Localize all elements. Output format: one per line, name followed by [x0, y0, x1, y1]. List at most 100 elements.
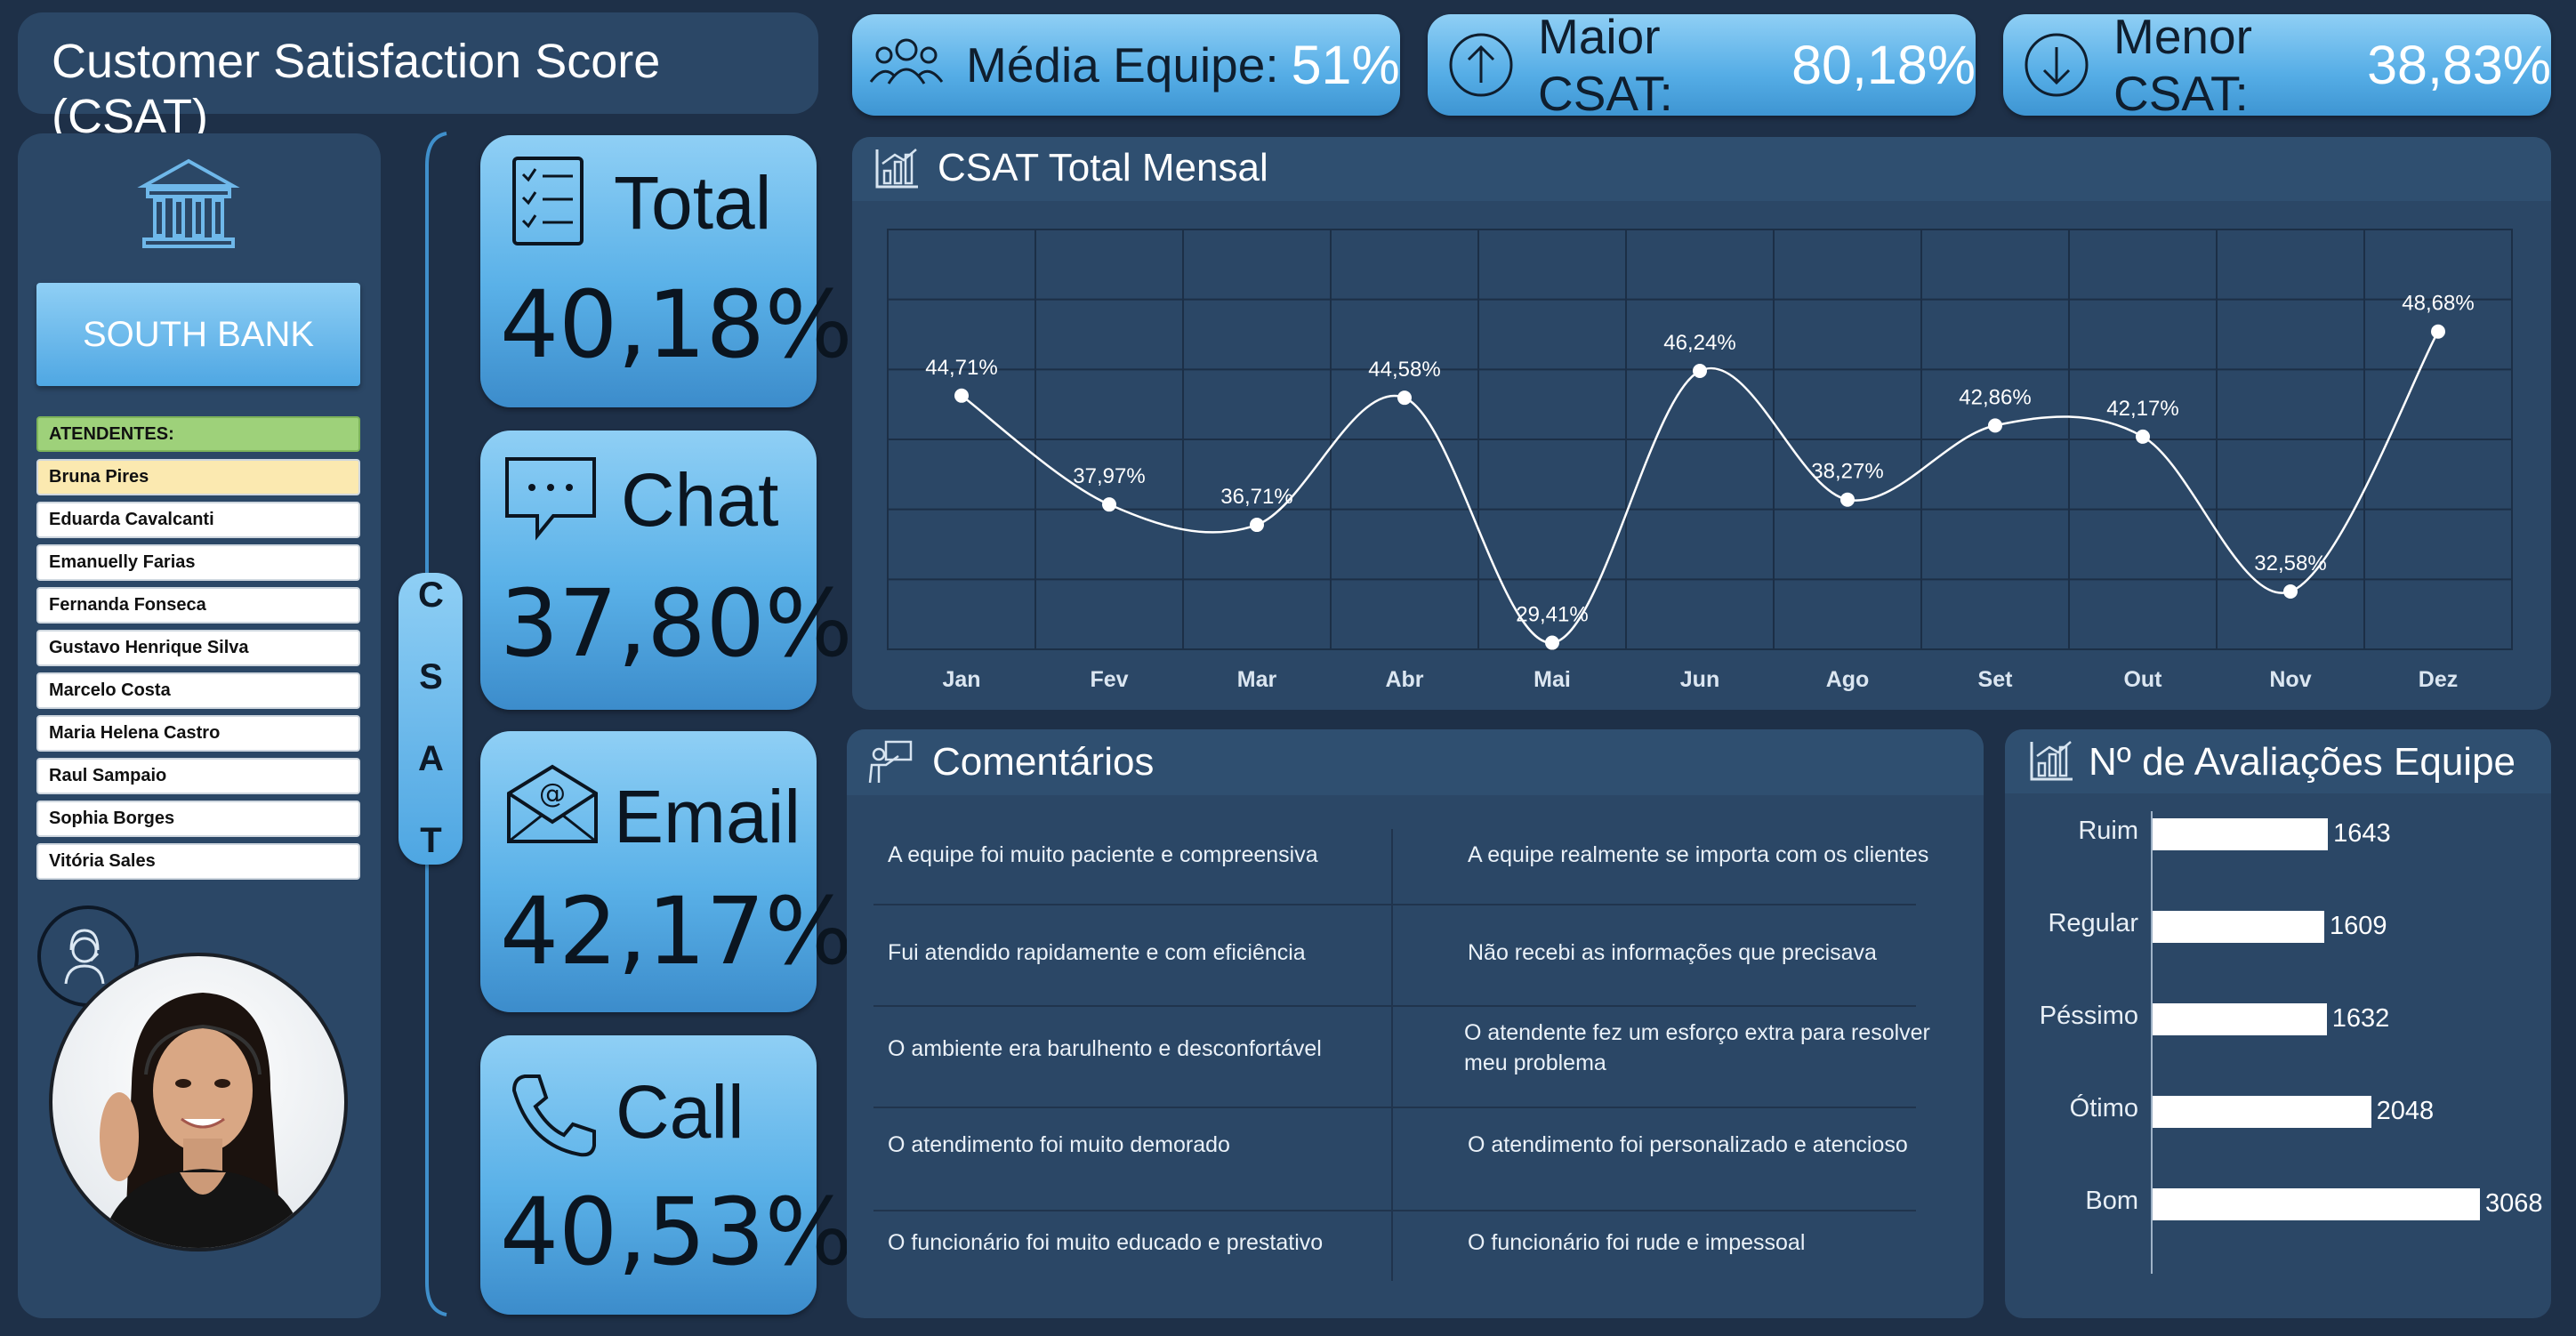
comments-title: Comentários [932, 740, 1155, 784]
bank-name-banner[interactable]: SOUTH BANK [36, 283, 360, 386]
data-label: 44,58% [1368, 358, 1440, 382]
comments-divider [1391, 829, 1393, 1281]
kpi-maior-csat: Maior CSAT: 80,18% [1428, 9, 1976, 121]
bar-category-label: Péssimo [2039, 1002, 2138, 1030]
comment-item: O atendimento foi muito demorado [888, 1132, 1230, 1157]
agent-item[interactable]: Eduarda Cavalcanti [36, 502, 360, 538]
channel-value: 40,18% [500, 270, 853, 379]
data-label: 38,27% [1811, 460, 1883, 484]
data-point [2136, 429, 2150, 444]
comment-item: A equipe realmente se importa com os cli… [1468, 842, 1929, 867]
data-point [1250, 518, 1264, 533]
svg-text:@: @ [539, 778, 566, 809]
x-tick-label: Mar [1237, 667, 1277, 692]
bank-icon [137, 158, 240, 248]
phone-icon [511, 1074, 596, 1157]
x-tick-label: Ago [1826, 667, 1870, 692]
agents-header: ATENDENTES: [36, 416, 360, 452]
chart-icon [875, 149, 918, 189]
data-label: 44,71% [925, 356, 997, 380]
channel-value: 40,53% [500, 1178, 853, 1286]
channel-label: Call [616, 1070, 745, 1154]
x-tick-label: Jan [942, 667, 980, 692]
channel-label: Total [614, 161, 772, 245]
x-tick-label: Out [2123, 667, 2162, 692]
presenter-icon [868, 740, 913, 784]
row-divider [873, 1107, 1916, 1108]
channel-card-email: @ Email 42,17% [480, 731, 853, 1012]
row-divider [873, 1210, 1916, 1211]
comment-item: O funcionário foi rude e impessoal [1468, 1230, 1806, 1255]
bar [2153, 818, 2329, 850]
x-tick-label: Nov [2269, 667, 2311, 692]
csat-vertical-tab: C S A T [398, 573, 463, 865]
line-chart-title: CSAT Total Mensal [938, 146, 1268, 189]
channel-label: Chat [621, 458, 779, 542]
agent-item[interactable]: Sophia Borges [36, 801, 360, 837]
comment-item: O funcionário foi muito educado e presta… [888, 1230, 1324, 1255]
x-tick-label: Jun [1680, 667, 1719, 692]
channel-value: 37,80% [500, 569, 853, 678]
data-point [2431, 324, 2445, 339]
x-tick-label: Mai [1534, 667, 1571, 692]
bar-chart-title: Nº de Avaliações Equipe [2089, 740, 2516, 784]
comment-item: O atendimento foi personalizado e atenci… [1468, 1132, 1908, 1157]
data-point [1397, 390, 1412, 406]
x-tick-label: Set [1978, 667, 2014, 692]
bar-category-label: Regular [2048, 909, 2138, 938]
bar [2153, 911, 2324, 943]
csat-vertical-label: C S A T [411, 575, 451, 862]
team-icon [869, 38, 944, 85]
row-divider [873, 1005, 1916, 1007]
agent-item[interactable]: Maria Helena Castro [36, 715, 360, 752]
data-label: 42,17% [2106, 397, 2178, 421]
agent-avatar [49, 953, 348, 1251]
kpi-media-equipe: Média Equipe: 51% [852, 14, 1400, 116]
agent-item[interactable]: Raul Sampaio [36, 758, 360, 794]
bank-name: SOUTH BANK [82, 314, 315, 354]
channel-card-total: Total 40,18% [480, 135, 853, 407]
checklist-icon [512, 157, 584, 245]
row-divider [873, 904, 1916, 905]
kpi-label: Média Equipe: [966, 37, 1279, 93]
channel-card-chat: Chat 37,80% [480, 431, 853, 710]
agent-item[interactable]: Gustavo Henrique Silva [36, 630, 360, 666]
chat-bubble-icon [505, 457, 596, 541]
bar-value-label: 1632 [2331, 1004, 2390, 1033]
bar-value-label: 2048 [2376, 1097, 2435, 1125]
channel-label: Email [614, 775, 801, 858]
line-chart: 44,71% Jan 37,97% Fev 36,71% Mar 44,58% Abr 29,4… [887, 229, 2513, 692]
comment-item: O ambiente era barulhento e desconfortáv… [888, 1036, 1322, 1061]
data-label: 37,97% [1073, 464, 1145, 488]
bar [2153, 1096, 2371, 1128]
bar-chart-plot: Ruim 1643 Regular 1609 Péssimo 1632 Ótimo 2048 B… [2005, 793, 2551, 1318]
bar-category-label: Ruim [2078, 817, 2138, 845]
data-label: 48,68% [2402, 292, 2474, 316]
data-point [1988, 418, 2002, 433]
agent-item[interactable]: Bruna Pires [36, 459, 360, 495]
bar-chart-panel: Nº de Avaliações Equipe Ruim 1643 Regular 1… [2005, 729, 2551, 1318]
channel-card-call: Call 40,53% [480, 1035, 853, 1315]
agent-item[interactable]: Marcelo Costa [36, 672, 360, 709]
kpi-value: 38,83% [2367, 35, 2551, 95]
data-label: 46,24% [1663, 331, 1735, 355]
kpi-value: 80,18% [1791, 35, 1976, 95]
bar-value-label: 1609 [2329, 912, 2387, 940]
data-label: 36,71% [1220, 485, 1292, 509]
arrow-up-circle-icon [1449, 33, 1513, 97]
data-point [1840, 492, 1855, 507]
bar-category-label: Ótimo [2069, 1094, 2138, 1123]
chart-icon [2030, 741, 2073, 781]
agent-item[interactable]: Emanuelly Farias [36, 544, 360, 581]
data-label: 29,41% [1516, 603, 1588, 627]
arrow-down-circle-icon [2025, 33, 2089, 97]
kpi-menor-csat: Menor CSAT: 38,83% [2003, 9, 2551, 121]
comment-item: Não recebi as informações que precisava [1468, 940, 1877, 965]
agent-item[interactable]: Fernanda Fonseca [36, 587, 360, 624]
comments-panel: Comentários A equipe foi muito paciente … [847, 729, 1984, 1318]
agent-item[interactable]: Vitória Sales [36, 843, 360, 880]
channel-value: 42,17% [500, 877, 853, 986]
kpi-label: Maior CSAT: [1538, 9, 1673, 121]
bar [2153, 1188, 2480, 1220]
bar [2153, 1003, 2327, 1035]
